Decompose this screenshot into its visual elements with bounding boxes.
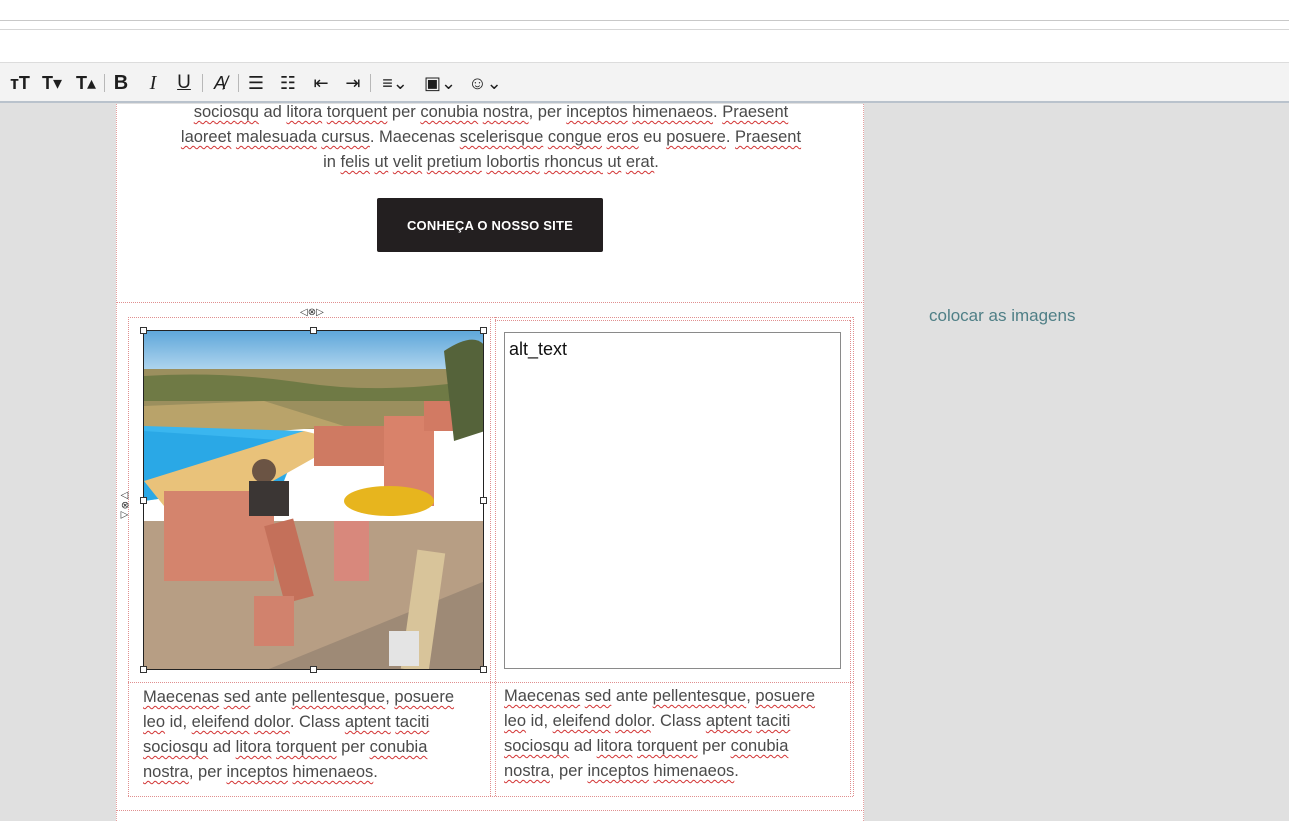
numbered-list-icon[interactable]: ☷ <box>275 70 301 96</box>
superscript-icon[interactable]: T▴ <box>72 70 100 96</box>
formatting-toolbar: ᴛT T▾ T▴ B I U A̸ ☰ ☷ ⇤ ⇥ ≡⌄ ▣⌄ ☺⌄ <box>0 62 1289 103</box>
section-divider <box>116 810 864 811</box>
italic-icon[interactable]: I <box>141 70 165 96</box>
paragraph-line: laoreet malesuada cursus. Maecenas scele… <box>180 128 802 146</box>
resize-handle[interactable] <box>140 327 147 334</box>
separator <box>104 74 105 92</box>
table-border <box>853 317 854 796</box>
subscript-icon[interactable]: T▾ <box>38 70 66 96</box>
top-bar <box>0 0 1289 62</box>
resize-handle[interactable] <box>480 327 487 334</box>
bold-icon[interactable]: B <box>109 70 133 96</box>
table-border <box>850 320 851 794</box>
font-size-icon[interactable]: ᴛT <box>6 70 34 96</box>
cta-button[interactable]: CONHEÇA O NOSSO SITE <box>377 198 603 252</box>
divider <box>0 20 1289 21</box>
image-icon[interactable]: ▣⌄ <box>420 70 460 96</box>
resize-handle[interactable] <box>140 497 147 504</box>
table-border <box>128 796 853 797</box>
align-icon[interactable]: ≡⌄ <box>375 70 415 96</box>
table-border <box>128 317 129 796</box>
alt-text-box[interactable]: alt_text <box>504 332 841 669</box>
column-text-right[interactable]: Maecenas sed ante pellentesque, posuere … <box>504 684 815 784</box>
column-resize-icon[interactable]: ◁⊗▷ <box>300 307 324 318</box>
intro-paragraph[interactable]: sociosqu ad litora torquent per conubia … <box>117 100 865 175</box>
paragraph-line: sociosqu ad litora torquent per conubia … <box>193 103 789 121</box>
bullet-list-icon[interactable]: ☰ <box>243 70 269 96</box>
side-note: colocar as imagens <box>929 306 1076 325</box>
emoji-icon[interactable]: ☺⌄ <box>465 70 505 96</box>
paragraph-line: in felis ut velit pretium lobortis rhonc… <box>323 153 659 171</box>
indent-icon[interactable]: ⇥ <box>340 70 366 96</box>
section-divider <box>116 302 864 303</box>
separator <box>370 74 371 92</box>
resize-handle[interactable] <box>310 666 317 673</box>
outdent-icon[interactable]: ⇤ <box>308 70 334 96</box>
resize-handle[interactable] <box>480 497 487 504</box>
row-resize-icon[interactable]: ◁⊗▷ <box>119 490 130 520</box>
column-text-left[interactable]: Maecenas sed ante pellentesque, posuere … <box>143 685 454 785</box>
construction-photo[interactable] <box>143 330 484 670</box>
underline-icon[interactable]: U <box>172 70 196 96</box>
table-border <box>495 317 496 796</box>
clear-format-icon[interactable]: A̸ <box>207 70 233 96</box>
resize-handle[interactable] <box>310 327 317 334</box>
construction-image <box>144 331 483 669</box>
alt-text-label: alt_text <box>509 339 568 359</box>
resize-handle[interactable] <box>480 666 487 673</box>
separator <box>238 74 239 92</box>
table-border <box>490 317 491 796</box>
separator <box>202 74 203 92</box>
table-border <box>495 320 850 321</box>
divider <box>0 29 1289 30</box>
resize-handle[interactable] <box>140 666 147 673</box>
